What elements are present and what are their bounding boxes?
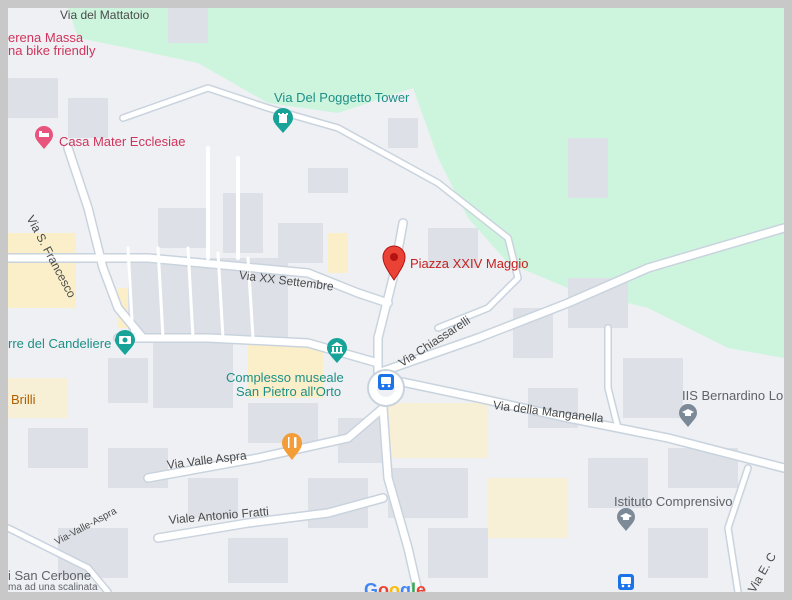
google-logo: Google	[364, 580, 427, 592]
camera-icon[interactable]	[114, 330, 136, 356]
poi-label-istituto[interactable]: Istituto Comprensivo	[614, 494, 733, 509]
restaurant-icon[interactable]	[281, 433, 303, 461]
street-label-mattatoio: Via del Mattatoio	[60, 8, 150, 22]
tower-icon[interactable]	[272, 108, 294, 134]
highlight-area	[488, 478, 568, 538]
museum-icon[interactable]	[326, 338, 348, 364]
bus-stop-icon[interactable]	[378, 374, 394, 390]
highlight-area	[328, 233, 348, 273]
school-icon[interactable]	[678, 404, 698, 428]
poi-label-casa-mater[interactable]: Casa Mater Ecclesiae	[59, 134, 185, 149]
poi-label-brilli[interactable]: Brilli	[11, 392, 36, 407]
hotel-bed-icon[interactable]	[34, 126, 54, 150]
poi-label-candeliere[interactable]: rre del Candeliere	[8, 336, 111, 351]
poi-label-poggetto-tower[interactable]: Via Del Poggetto Tower	[274, 90, 409, 105]
poi-label-bike-friendly[interactable]: na bike friendly	[8, 43, 95, 58]
poi-label-scalinata[interactable]: ma ad una scalinata	[8, 582, 98, 592]
pin-label[interactable]: Piazza XXIV Maggio	[410, 256, 529, 271]
poi-label-iis[interactable]: IIS Bernardino Lo	[682, 388, 783, 403]
poi-label-museo-line1[interactable]: Complesso museale	[226, 370, 344, 385]
map-frame: Via del Mattatoio Via S. Francesco Via X…	[0, 0, 792, 600]
poi-label-museo-line2[interactable]: San Pietro all'Orto	[236, 384, 341, 399]
school-icon[interactable]	[616, 508, 636, 532]
poi-label-san-cerbone[interactable]: i San Cerbone	[8, 568, 91, 583]
bus-stop-icon[interactable]	[618, 574, 634, 590]
map-canvas[interactable]: Via del Mattatoio Via S. Francesco Via X…	[8, 8, 784, 592]
map-pin-icon[interactable]	[382, 245, 406, 281]
highlight-area	[388, 403, 488, 458]
